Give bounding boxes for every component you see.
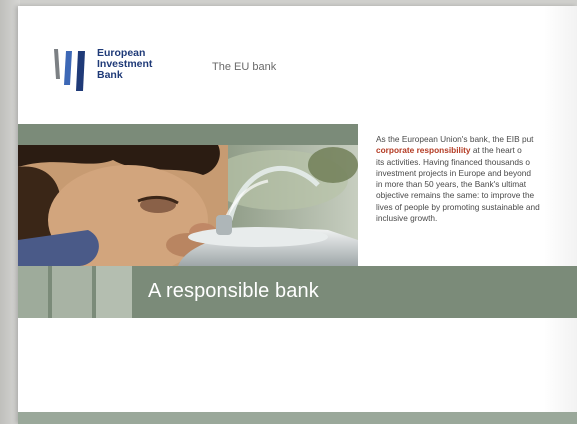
body-line: lives of people by promoting sustainable… xyxy=(376,201,540,212)
body-line: investment projects in Europe and beyond xyxy=(376,167,531,178)
background-left-edge xyxy=(0,0,20,424)
banner-title: A responsible bank xyxy=(148,280,319,302)
body-line: corporate responsibility at the heart o xyxy=(376,145,577,156)
child-drinking-fountain-photo xyxy=(18,145,358,266)
banner-stripe xyxy=(52,266,92,318)
hero-top-band xyxy=(18,124,358,145)
logo-line-3: Bank xyxy=(97,69,123,81)
banner-stripe xyxy=(96,266,132,318)
eib-logo-wordmark: European Investment Bank xyxy=(97,48,177,81)
body-line: inclusive growth. xyxy=(376,213,438,224)
body-highlight: corporate responsibility xyxy=(376,145,471,156)
body-line: As the European Union's bank, the EIB pu… xyxy=(376,134,534,144)
body-paragraph: As the European Union's bank, the EIB pu… xyxy=(376,134,577,224)
banner-stripe xyxy=(18,266,48,318)
body-line: objective remains the same: to improve t… xyxy=(376,190,535,201)
eib-logo-bars-icon xyxy=(54,49,85,91)
footer-band xyxy=(18,412,577,424)
tagline: The EU bank xyxy=(212,61,277,73)
body-line: in more than 50 years, the Bank's ultima… xyxy=(376,179,527,190)
body-line-rest: at the heart o xyxy=(470,145,522,156)
brochure-page: European Investment Bank The EU bank A r… xyxy=(18,6,577,424)
body-line: its activities. Having financed thousand… xyxy=(376,156,531,167)
